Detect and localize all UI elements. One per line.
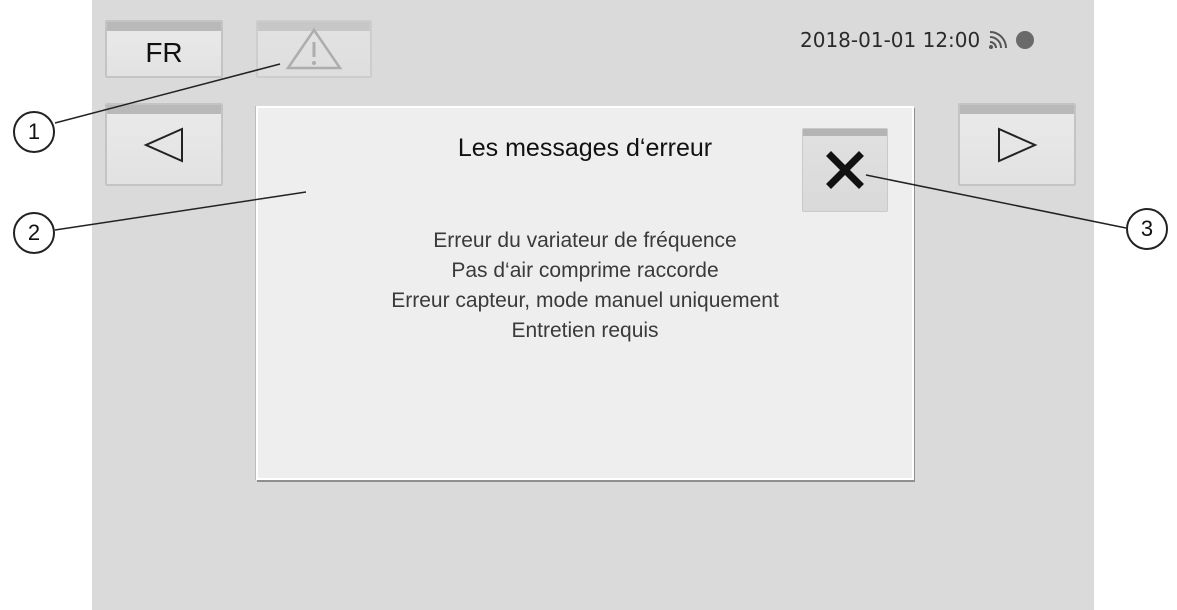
triangle-left-icon (143, 126, 183, 163)
error-message: Pas d‘air comprime raccorde (451, 259, 719, 282)
error-message: Erreur capteur, mode manuel uniquement (391, 289, 779, 312)
error-message: Entretien requis (511, 319, 659, 342)
warning-triangle-icon (285, 27, 343, 70)
warning-button[interactable] (256, 20, 372, 78)
status-bar: 2018-01-01 12:00 (800, 22, 1090, 58)
previous-button[interactable] (105, 103, 223, 186)
error-messages-dialog: Les messages d‘erreur Erreur du variateu… (256, 106, 914, 480)
language-button[interactable]: FR (105, 20, 223, 78)
error-message: Erreur du variateur de fréquence (433, 229, 737, 252)
callout-number: 3 (1126, 208, 1168, 250)
close-x-icon (826, 151, 864, 189)
datetime-text: 2018-01-01 12:00 (800, 28, 981, 52)
callout-number: 2 (13, 212, 55, 254)
triangle-right-icon (998, 126, 1038, 163)
error-message-list: Erreur du variateur de fréquence Pas d‘a… (258, 226, 912, 346)
language-label: FR (145, 37, 183, 68)
next-button[interactable] (958, 103, 1076, 186)
status-dot-icon (1016, 31, 1035, 49)
close-button[interactable] (802, 128, 888, 212)
wifi-signal-icon (989, 31, 1008, 49)
callout-number: 1 (13, 111, 55, 153)
